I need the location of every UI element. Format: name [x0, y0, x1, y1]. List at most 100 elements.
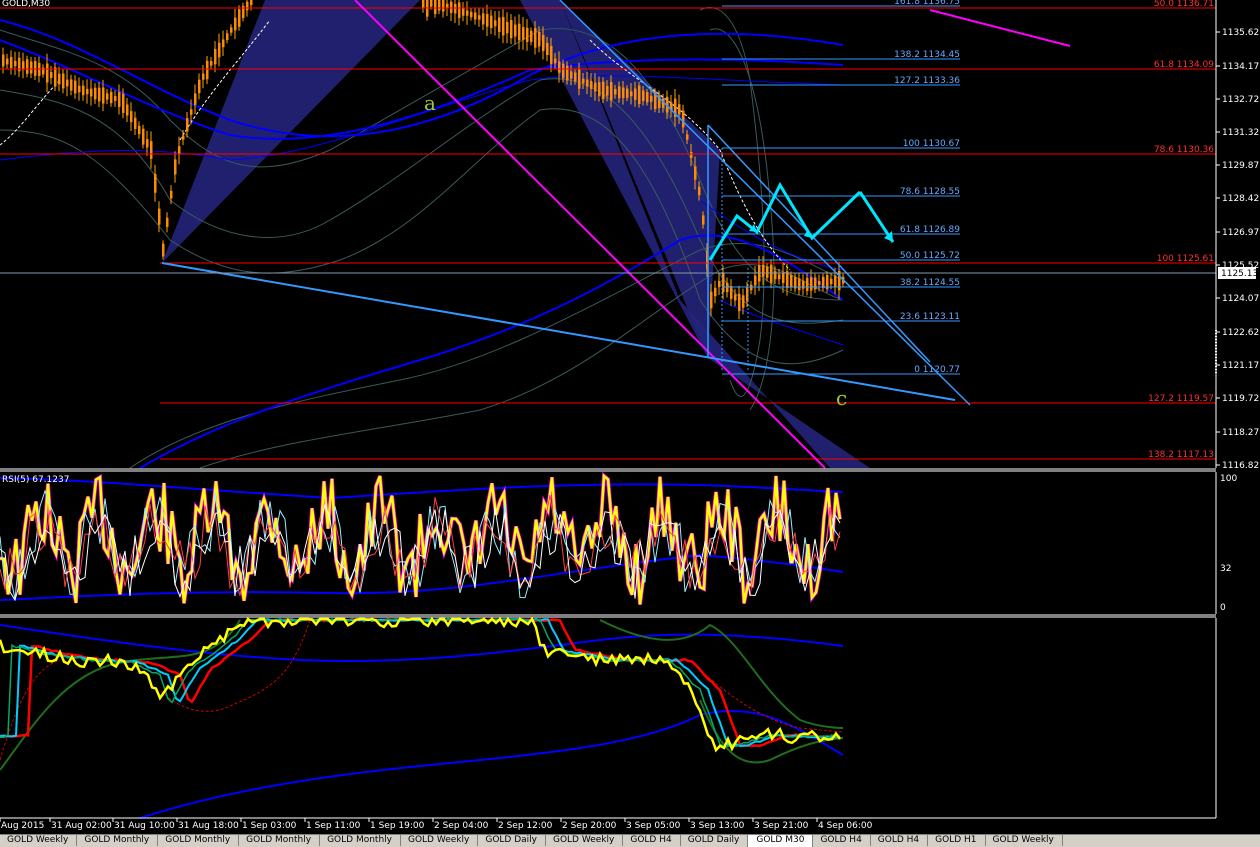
tab-item[interactable]: GOLD Weekly	[985, 835, 1063, 846]
candle-body	[62, 73, 65, 89]
tab-item[interactable]: GOLD Daily	[680, 835, 749, 846]
candle-body	[802, 280, 805, 289]
candle-body	[782, 273, 785, 284]
wave-label-c: c	[836, 386, 847, 410]
candle-body	[134, 117, 137, 129]
candle-body	[630, 91, 633, 97]
fib-blue-label: 38.2 1124.55	[900, 278, 960, 288]
price-tick-label: 1135.62	[1222, 28, 1259, 38]
candle-body	[562, 63, 565, 79]
candle-body	[546, 42, 549, 56]
candle-body	[74, 80, 77, 94]
candle-body	[78, 85, 81, 93]
tab-item[interactable]: GOLD Weekly	[545, 835, 624, 846]
candle-body	[54, 67, 57, 87]
candle-body	[486, 14, 489, 27]
candle-body	[138, 125, 141, 135]
tab-item[interactable]: GOLD Daily	[477, 835, 546, 846]
candle-body	[210, 61, 213, 66]
candle-body	[474, 12, 477, 20]
candle-body	[506, 21, 509, 34]
candle-body	[478, 15, 481, 20]
fib-blue-label: 23.6 1123.11	[900, 312, 960, 322]
candle-body	[710, 291, 713, 309]
price-tick-label: 1121.17	[1222, 361, 1259, 371]
candle-body	[754, 275, 757, 286]
chart-tab-bar[interactable]: GOLD Weekly GOLD Monthly GOLD Monthly GOLD …	[0, 834, 1260, 847]
candle-body	[246, 1, 249, 11]
candle-body	[598, 82, 601, 96]
candle-body	[70, 79, 73, 91]
current-price-label: 1125.13	[1221, 269, 1258, 279]
tab-active[interactable]: GOLD M30	[747, 835, 814, 847]
candle-body	[542, 34, 545, 52]
time-tick-label: 4 Sep 06:00	[818, 821, 873, 831]
candle-body	[110, 91, 113, 104]
price-tick-label: 1132.72	[1222, 95, 1259, 105]
candle-body	[770, 264, 773, 283]
wave-label-a: a	[424, 91, 436, 115]
candle-body	[58, 73, 61, 85]
candle-body	[526, 27, 529, 42]
candle-body	[106, 93, 109, 100]
candle-body	[450, 1, 453, 13]
fib-red-label: 100 1125.61	[1157, 254, 1214, 264]
candle-body	[646, 92, 649, 103]
rsi-tick-0: 0	[1220, 603, 1226, 613]
candle-body	[786, 271, 789, 289]
price-tick-label: 1128.42	[1222, 194, 1259, 204]
candle-body	[182, 135, 185, 140]
candle-body	[650, 95, 653, 102]
tab-item[interactable]: GOLD H4	[622, 835, 681, 846]
candle-body	[170, 190, 173, 199]
candle-body	[118, 92, 121, 107]
chart-window[interactable]: 50.0 1136.71 61.8 1134.09 78.6 1130.36 100 …	[0, 0, 1260, 834]
candle-body	[238, 9, 241, 27]
candle-body	[202, 73, 205, 80]
candle-body	[174, 159, 177, 175]
tab-item[interactable]: GOLD Monthly	[76, 835, 159, 846]
tab-item[interactable]: GOLD Weekly	[400, 835, 479, 846]
candle-body	[154, 173, 157, 193]
candle-body	[470, 11, 473, 18]
tab-item[interactable]: GOLD Weekly	[0, 835, 78, 846]
candle-body	[682, 110, 685, 128]
price-tick-label: 1116.82	[1222, 461, 1259, 471]
tab-item[interactable]: GOLD Monthly	[157, 835, 240, 846]
candle-body	[594, 82, 597, 92]
candle-body	[122, 93, 125, 113]
tab-item[interactable]: GOLD H1	[927, 835, 986, 846]
candle-body	[586, 79, 589, 87]
candle-body	[126, 104, 129, 116]
tab-item[interactable]: GOLD Monthly	[238, 835, 321, 846]
candle-body	[566, 65, 569, 81]
candle-body	[102, 87, 105, 104]
fib-red-label: 61.8 1134.09	[1154, 60, 1214, 70]
candle-body	[186, 118, 189, 132]
fib-red-label: 50.0 1136.71	[1154, 0, 1214, 9]
candle-body	[462, 7, 465, 16]
candle-body	[422, 0, 425, 8]
tab-item[interactable]: GOLD Monthly	[319, 835, 401, 846]
candle-body	[610, 82, 613, 101]
fib-blue-label: 61.8 1126.89	[900, 225, 960, 235]
candle-body	[442, 0, 445, 12]
candle-body	[458, 2, 461, 18]
candle-body	[814, 277, 817, 290]
candle-body	[222, 39, 225, 48]
candle-body	[50, 72, 53, 78]
time-tick-label: 31 Aug 18:00	[178, 821, 239, 831]
candle-body	[574, 72, 577, 82]
candle-body	[622, 87, 625, 98]
tab-item[interactable]: GOLD H4	[812, 835, 871, 846]
time-tick-label: 3 Sep 21:00	[754, 821, 809, 831]
candle-body	[510, 20, 513, 39]
time-tick-label: 2 Sep 20:00	[562, 821, 617, 831]
candle-body	[690, 151, 693, 159]
tab-item[interactable]: GOLD H4	[870, 835, 929, 846]
candle-body	[678, 104, 681, 115]
candle-body	[738, 293, 741, 312]
candle-body	[162, 243, 165, 257]
candle-body	[494, 20, 497, 27]
candle-body	[698, 186, 701, 196]
